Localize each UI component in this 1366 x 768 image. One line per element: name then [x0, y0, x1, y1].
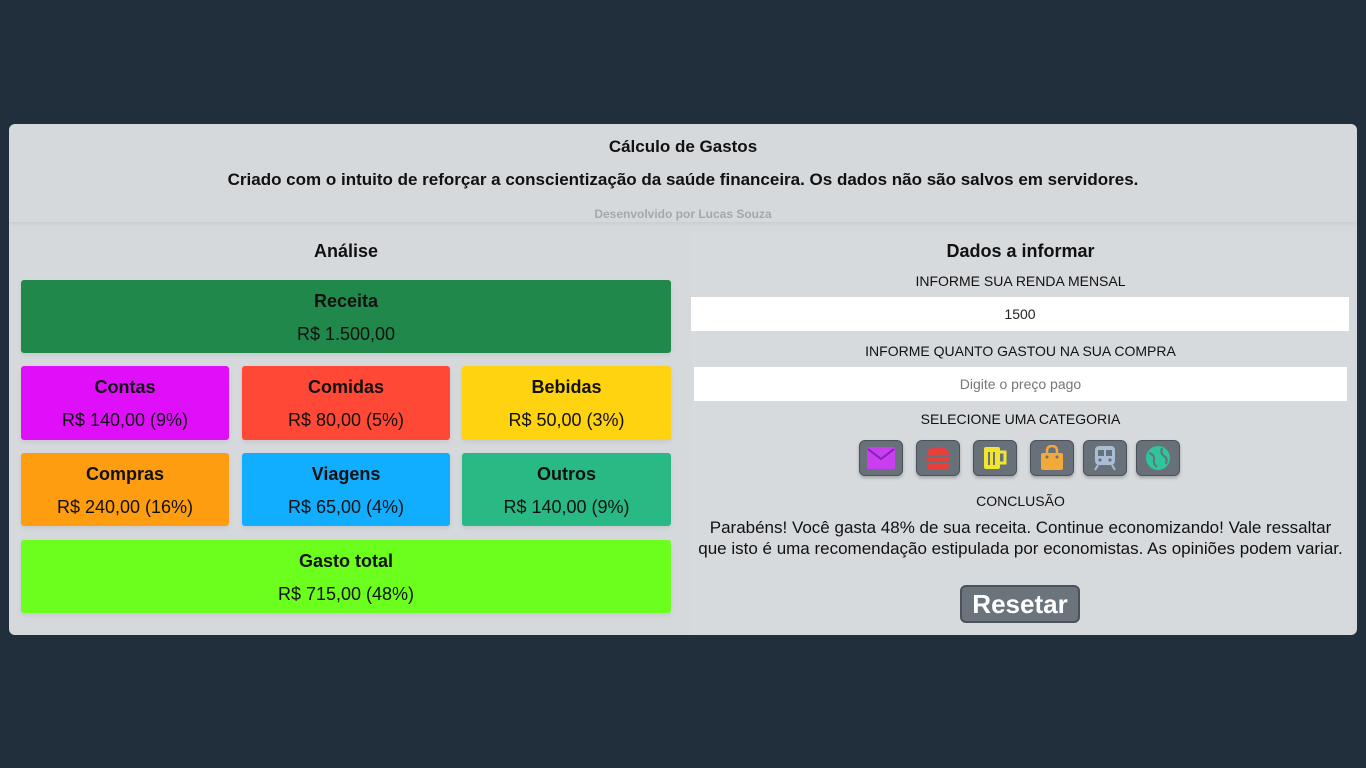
category-value: R$ 140,00 (9%) — [61, 410, 189, 430]
credit-text: Desenvolvido por Lucas Souza — [594, 207, 772, 221]
page-subtitle: Criado com o intuito de reforçar a consc… — [227, 170, 1139, 189]
expense-input[interactable] — [694, 367, 1347, 401]
total-value: R$ 715,00 (48%) — [277, 584, 415, 604]
category-button-comidas[interactable] — [916, 440, 960, 476]
category-card-comidas: Comidas R$ 80,00 (5%) — [242, 366, 450, 440]
globe-icon — [1146, 446, 1170, 470]
category-button-viagens[interactable] — [1083, 440, 1127, 476]
reset-button[interactable]: Resetar — [960, 585, 1080, 623]
category-card-outros: Outros R$ 140,00 (9%) — [462, 453, 671, 526]
income-input[interactable] — [691, 297, 1349, 331]
category-label: Outros — [536, 464, 596, 484]
category-value: R$ 65,00 (4%) — [287, 497, 405, 517]
category-button-compras[interactable] — [1030, 440, 1074, 476]
beer-mug-icon — [984, 447, 1007, 469]
income-label: INFORME SUA RENDA MENSAL — [915, 273, 1126, 289]
burger-icon — [926, 447, 950, 469]
form-title: Dados a informar — [946, 241, 1095, 261]
page-title: Cálculo de Gastos — [608, 137, 758, 156]
category-button-outros[interactable] — [1136, 440, 1180, 476]
category-label: Bebidas — [531, 377, 602, 397]
receita-value: R$ 1.500,00 — [296, 324, 396, 344]
expense-label: INFORME QUANTO GASTOU NA SUA COMPRA — [865, 343, 1176, 359]
main-card: Cálculo de Gastos Criado com o intuito d… — [9, 124, 1357, 635]
category-label: Comidas — [307, 377, 385, 397]
category-value: R$ 240,00 (16%) — [56, 497, 194, 517]
shopping-bag-icon — [1041, 445, 1063, 470]
envelope-icon — [867, 447, 895, 469]
category-value: R$ 50,00 (3%) — [508, 410, 625, 430]
category-button-contas[interactable] — [859, 440, 903, 476]
category-card-compras: Compras R$ 240,00 (16%) — [21, 453, 229, 526]
category-label: Viagens — [311, 464, 381, 484]
category-label: Contas — [94, 377, 156, 397]
conclusion-text: Parabéns! Você gasta 48% de sua receita.… — [698, 518, 1343, 558]
category-card-viagens: Viagens R$ 65,00 (4%) — [242, 453, 450, 526]
train-icon — [1094, 446, 1116, 471]
category-value: R$ 140,00 (9%) — [503, 497, 630, 517]
total-label: Gasto total — [298, 551, 393, 571]
category-card-bebidas: Bebidas R$ 50,00 (3%) — [462, 366, 671, 440]
header: Cálculo de Gastos Criado com o intuito d… — [9, 124, 1357, 222]
category-button-bebidas[interactable] — [973, 440, 1017, 476]
category-label: Compras — [85, 464, 165, 484]
total-card: Gasto total R$ 715,00 (48%) — [21, 540, 671, 613]
conclusion-label: CONCLUSÃO — [976, 493, 1065, 509]
form-panel: Dados a informar INFORME SUA RENDA MENSA… — [691, 230, 1350, 635]
category-select-label: SELECIONE UMA CATEGORIA — [920, 411, 1121, 427]
receita-card: Receita R$ 1.500,00 — [21, 280, 671, 353]
category-card-contas: Contas R$ 140,00 (9%) — [21, 366, 229, 440]
receita-label: Receita — [313, 291, 379, 311]
category-value: R$ 80,00 (5%) — [287, 410, 405, 430]
analysis-title: Análise — [313, 241, 379, 261]
